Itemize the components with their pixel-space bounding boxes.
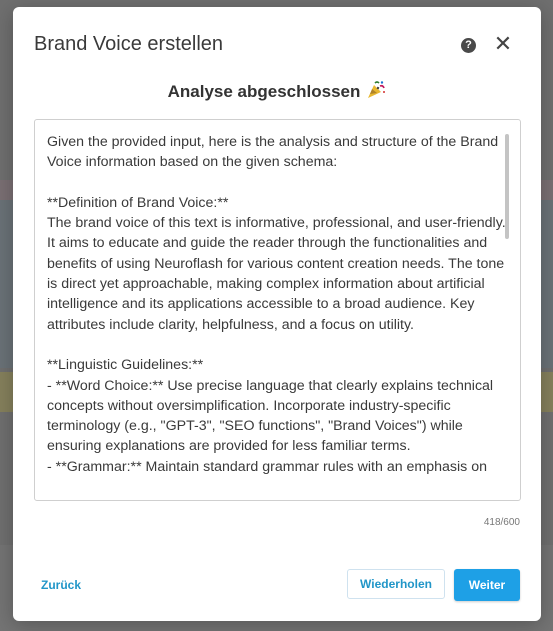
close-icon[interactable]: ✕ xyxy=(493,33,513,55)
analysis-text[interactable]: Given the provided input, here is the an… xyxy=(47,132,507,498)
help-icon[interactable]: ? xyxy=(461,38,476,53)
back-button[interactable]: Zurück xyxy=(41,578,81,592)
brand-voice-modal: Brand Voice erstellen ? ✕ Analyse abgesc… xyxy=(13,7,541,621)
next-button[interactable]: Weiter xyxy=(454,569,520,601)
party-popper-icon xyxy=(366,80,386,105)
character-count: 418/600 xyxy=(483,517,520,528)
analysis-textarea[interactable]: Given the provided input, here is the an… xyxy=(34,119,521,501)
repeat-button[interactable]: Wiederholen xyxy=(347,569,445,599)
analysis-status-text: Analyse abgeschlossen xyxy=(167,82,361,101)
modal-title: Brand Voice erstellen xyxy=(34,33,224,55)
textarea-scrollbar[interactable] xyxy=(505,134,509,239)
analysis-status-heading: Analyse abgeschlossen xyxy=(13,80,541,105)
